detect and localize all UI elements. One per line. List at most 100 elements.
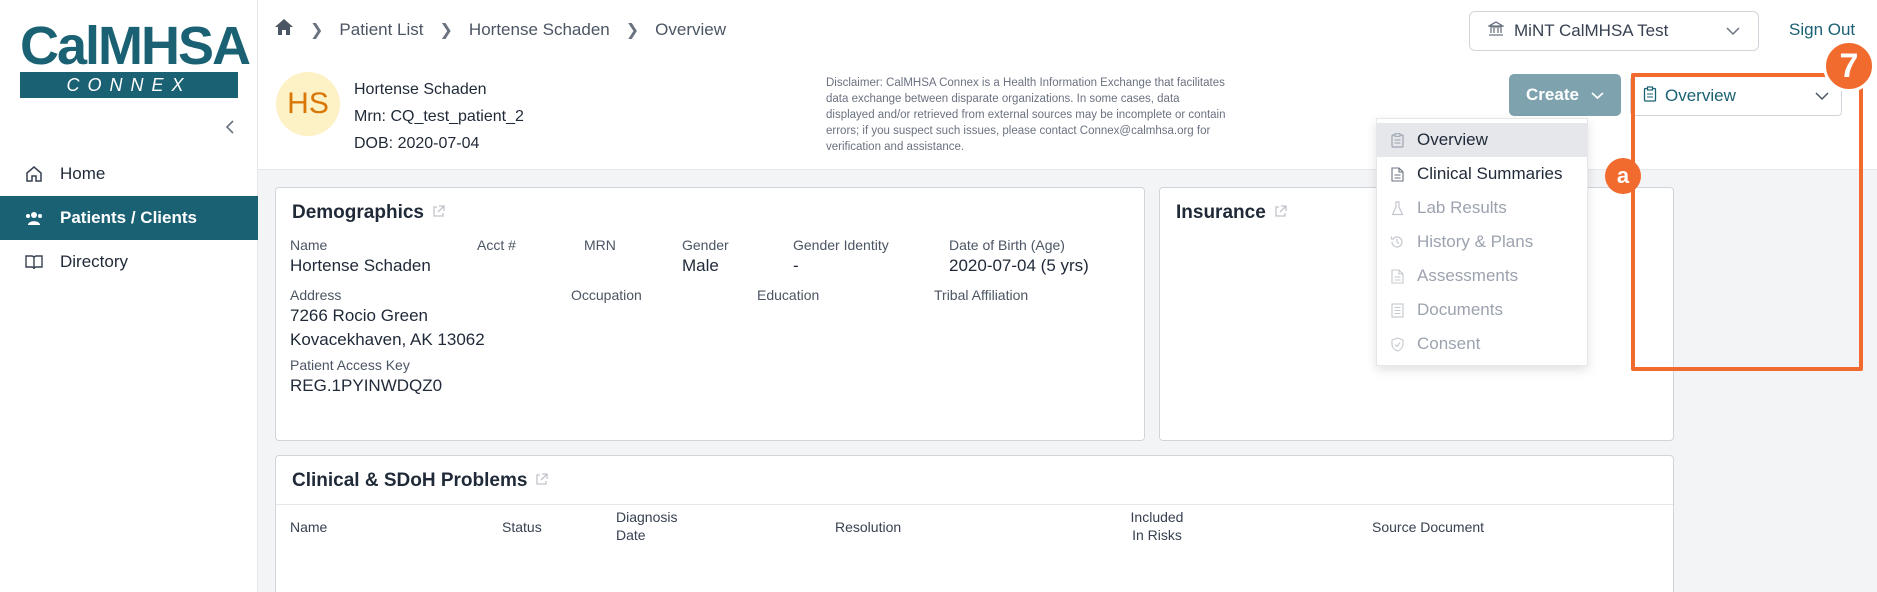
logo-wordmark: CalMHSA	[20, 16, 251, 76]
breadcrumb-separator-icon: ❯	[625, 21, 640, 39]
home-icon	[24, 165, 44, 183]
dob-age-value: 2020-07-04 (5 yrs)	[949, 256, 1089, 275]
clinical-sdoh-problems-card: Clinical & SDoH Problems Name Status Dia…	[275, 455, 1674, 592]
shield-icon	[1389, 336, 1405, 352]
demographics-card: Demographics Name Hortense Schaden Acct …	[275, 187, 1145, 441]
create-button[interactable]: Create	[1509, 74, 1621, 116]
patient-info: Hortense Schaden Mrn: CQ_test_patient_2 …	[354, 76, 524, 157]
card-title-text: Demographics	[292, 202, 424, 223]
occupation-label: Occupation	[571, 287, 642, 303]
file-icon	[1389, 268, 1405, 284]
docs-icon	[1389, 302, 1405, 318]
menu-item-overview[interactable]: Overview	[1377, 123, 1587, 157]
insurance-title: Insurance	[1176, 202, 1287, 224]
patient-dob: DOB: 2020-07-04	[354, 135, 480, 152]
gender-identity-value: -	[793, 256, 799, 275]
users-icon	[24, 210, 44, 226]
organization-select[interactable]: MiNT CalMHSA Test	[1469, 11, 1759, 51]
patient-header: ❯ Patient List ❯ Hortense Schaden ❯ Over…	[258, 0, 1877, 170]
sidebar: CalMHSA CONNEX Home Patients / Clients D…	[0, 0, 258, 592]
disclaimer-text: Disclaimer: CalMHSA Connex is a Health I…	[826, 77, 1226, 153]
column-header-name[interactable]: Name	[290, 518, 327, 536]
sidebar-item-patients-clients[interactable]: Patients / Clients	[0, 196, 258, 240]
create-button-label: Create	[1526, 85, 1579, 104]
external-link-icon[interactable]	[432, 205, 445, 221]
chevron-down-icon	[1726, 21, 1740, 41]
acct-label: Acct #	[477, 237, 516, 253]
mrn-label: MRN	[584, 237, 616, 253]
menu-item-label: Clinical Summaries	[1417, 164, 1563, 183]
step-number-badge: 7	[1823, 40, 1875, 92]
breadcrumb-separator-icon: ❯	[310, 21, 324, 39]
sign-out-link[interactable]: Sign Out	[1789, 20, 1855, 40]
main-content: Demographics Name Hortense Schaden Acct …	[258, 170, 1877, 592]
name-label: Name	[290, 237, 328, 253]
document-icon	[1389, 166, 1405, 182]
breadcrumb-home-icon[interactable]	[274, 18, 294, 41]
menu-item-label: Lab Results	[1417, 198, 1507, 217]
patient-mrn: Mrn: CQ_test_patient_2	[354, 108, 524, 125]
column-header-resolution[interactable]: Resolution	[835, 518, 901, 536]
menu-item-lab-results[interactable]: Lab Results	[1377, 191, 1587, 225]
gender-value: Male	[682, 256, 719, 275]
sidebar-item-home[interactable]: Home	[0, 152, 258, 196]
book-icon	[24, 254, 44, 270]
avatar: HS	[276, 72, 340, 136]
education-label: Education	[757, 287, 820, 303]
collapse-sidebar-chevron-icon[interactable]	[222, 118, 240, 136]
external-link-icon[interactable]	[535, 473, 549, 489]
card-title-text: Insurance	[1176, 202, 1266, 223]
item-marker-badge: a	[1605, 158, 1641, 194]
name-value: Hortense Schaden	[290, 256, 431, 275]
breadcrumb: ❯ Patient List ❯ Hortense Schaden ❯ Over…	[274, 18, 726, 41]
sidebar-item-label: Directory	[60, 252, 129, 271]
external-link-icon[interactable]	[1274, 205, 1287, 221]
menu-item-assessments[interactable]: Assessments	[1377, 259, 1587, 293]
column-header-included-in-risks[interactable]: Included In Risks	[1127, 508, 1187, 544]
dob-age-label: Date of Birth (Age)	[949, 237, 1065, 253]
chevron-down-icon	[1591, 87, 1604, 103]
breadcrumb-patient[interactable]: Hortense Schaden	[469, 20, 610, 40]
flask-icon	[1389, 200, 1405, 216]
view-select[interactable]: Overview	[1630, 76, 1842, 116]
gender-label: Gender	[682, 237, 729, 253]
view-select-value: Overview	[1665, 86, 1736, 105]
chevron-down-icon	[1815, 86, 1829, 106]
card-divider	[276, 504, 1673, 505]
history-icon	[1389, 235, 1405, 249]
clipboard-icon	[1643, 85, 1657, 107]
column-header-status[interactable]: Status	[502, 518, 542, 536]
problems-title: Clinical & SDoH Problems	[292, 470, 549, 492]
demographics-title: Demographics	[292, 202, 445, 224]
sidebar-item-directory[interactable]: Directory	[0, 240, 258, 284]
breadcrumb-current: Overview	[655, 19, 727, 39]
menu-item-documents[interactable]: Documents	[1377, 293, 1587, 327]
tribal-affiliation-label: Tribal Affiliation	[934, 287, 1029, 303]
menu-item-history-plans[interactable]: History & Plans	[1377, 225, 1587, 259]
view-dropdown-menu: Overview Clinical Summaries Lab Results …	[1376, 118, 1588, 366]
menu-item-label: Overview	[1417, 130, 1488, 149]
calmhsa-logo[interactable]: CalMHSA CONNEX	[20, 16, 251, 98]
menu-item-label: Assessments	[1417, 266, 1519, 285]
address-label: Address	[290, 287, 342, 303]
access-key-value: REG.1PYINWDQZ0	[290, 376, 443, 395]
menu-item-label: History & Plans	[1417, 232, 1534, 251]
menu-item-consent[interactable]: Consent	[1377, 327, 1587, 361]
menu-item-clinical-summaries[interactable]: Clinical Summaries	[1377, 157, 1587, 191]
menu-item-label: Documents	[1417, 300, 1503, 319]
organization-select-value: MiNT CalMHSA Test	[1514, 21, 1669, 40]
address-line2: Kovacekhaven, AK 13062	[290, 330, 485, 349]
patient-name: Hortense Schaden	[354, 81, 487, 98]
bank-icon	[1486, 20, 1506, 42]
address-line1: 7266 Rocio Green	[290, 306, 428, 325]
clipboard-icon	[1389, 132, 1405, 148]
sidebar-item-label: Patients / Clients	[60, 208, 197, 227]
menu-item-label: Consent	[1417, 334, 1481, 353]
column-header-diagnosis-date[interactable]: Diagnosis Date	[616, 508, 686, 544]
column-header-source-document[interactable]: Source Document	[1372, 518, 1484, 536]
gender-identity-label: Gender Identity	[793, 237, 889, 253]
sidebar-item-label: Home	[60, 164, 106, 183]
access-key-label: Patient Access Key	[290, 357, 410, 373]
breadcrumb-patient-list[interactable]: Patient List	[339, 20, 423, 40]
breadcrumb-separator-icon: ❯	[439, 21, 453, 39]
